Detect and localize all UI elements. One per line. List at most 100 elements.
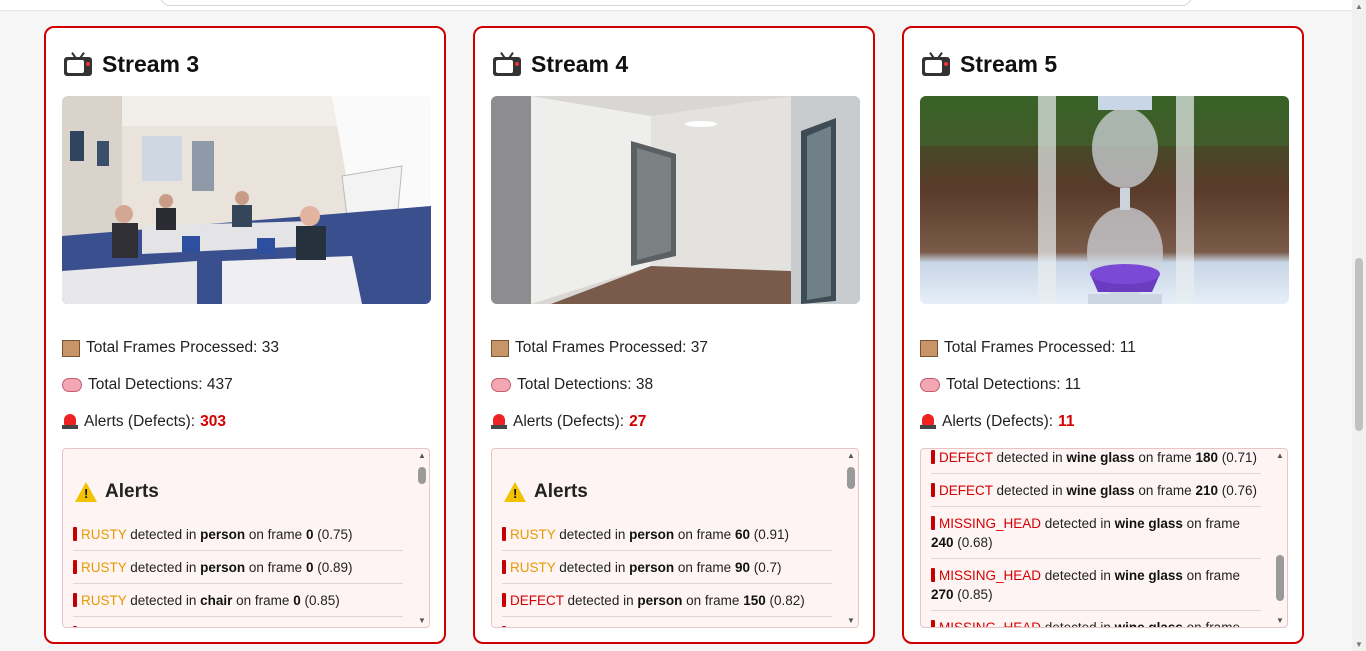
- brain-icon: [62, 378, 82, 392]
- siren-icon: [491, 413, 507, 431]
- alerts-panel[interactable]: DEFECT detected in wine glass on frame 1…: [920, 448, 1288, 628]
- scroll-down-icon[interactable]: ▼: [847, 616, 855, 625]
- alerts-stat: Alerts (Defects): 303: [62, 410, 226, 434]
- stream-video-frame[interactable]: [62, 96, 431, 304]
- alert-confidence: (0.71): [1221, 450, 1258, 465]
- alerts-scrollbar[interactable]: ▲ ▼: [1273, 449, 1287, 627]
- frames-label: Total Frames Processed:: [515, 339, 687, 356]
- alert-confidence: (0.85): [957, 587, 993, 602]
- scroll-up-icon[interactable]: ▲: [1355, 2, 1363, 11]
- stream-video-frame[interactable]: [920, 96, 1289, 304]
- frames-label: Total Frames Processed:: [86, 339, 258, 356]
- alert-detected-in: detected in: [130, 593, 197, 608]
- package-icon: [920, 339, 938, 357]
- frames-value: 11: [1119, 339, 1136, 356]
- stream-title: Stream 3: [64, 46, 199, 82]
- alert-object: wine glass: [1066, 483, 1135, 498]
- stream-title: Stream 4: [493, 46, 628, 82]
- exclamation-icon: [73, 527, 77, 541]
- tv-icon: [493, 52, 521, 76]
- alert-object: person: [200, 527, 246, 542]
- exclamation-icon: [931, 568, 935, 582]
- exclamation-icon: [502, 626, 506, 627]
- exclamation-icon: [931, 516, 935, 530]
- scroll-down-icon[interactable]: ▼: [1355, 640, 1363, 649]
- alert-frame-text: on frame: [1138, 450, 1192, 465]
- alert-detected-in: detected in: [559, 560, 626, 575]
- alert-object: wine glass: [1114, 568, 1183, 583]
- alert-confidence: (0.75): [317, 527, 353, 542]
- alerts-heading: Alerts: [75, 481, 159, 503]
- detections-stat: Total Detections: 437: [62, 373, 233, 397]
- search-bar-edge[interactable]: [160, 0, 1192, 6]
- alert-object: person: [637, 593, 683, 608]
- alerts-scrollbar[interactable]: ▲ ▼: [415, 449, 429, 627]
- alert-object: person: [629, 560, 675, 575]
- alert-frame-text: on frame: [248, 560, 303, 575]
- alert-item: RUSTY detected in person on frame 0 (0.8…: [73, 558, 403, 584]
- alerts-scrollbar[interactable]: ▲ ▼: [844, 449, 858, 627]
- alert-frame-text: on frame: [686, 593, 740, 608]
- exclamation-icon: [73, 593, 77, 607]
- detections-label: Total Detections:: [88, 376, 203, 393]
- alerts-heading-text: Alerts: [105, 481, 159, 502]
- scroll-up-icon[interactable]: ▲: [1276, 451, 1284, 460]
- alert-frame-text: on frame: [677, 527, 732, 542]
- alerts-scroll-thumb[interactable]: [847, 467, 855, 489]
- alert-object: person: [200, 560, 246, 575]
- scroll-up-icon[interactable]: ▲: [418, 451, 426, 460]
- alert-label: MISSING_HEAD: [939, 516, 1042, 531]
- alerts-panel[interactable]: Alerts RUSTY detected in person on frame…: [62, 448, 430, 628]
- stream-title-text: Stream 5: [960, 50, 1058, 77]
- top-bar: [0, 0, 1352, 11]
- frames-value: 33: [261, 339, 279, 356]
- alerts-scroll-thumb[interactable]: [418, 467, 426, 484]
- alert-confidence: (0.7): [753, 560, 782, 575]
- alert-frame: 210: [1195, 483, 1218, 498]
- tv-icon: [922, 52, 950, 76]
- siren-icon: [62, 413, 78, 431]
- alert-label: MISSING_HEAD: [939, 568, 1042, 583]
- alert-item: RUSTY detected in person on frame 0 (0.7…: [73, 525, 403, 551]
- alert-detected-in: detected in: [1044, 568, 1111, 583]
- alert-confidence: (0.76): [1221, 483, 1258, 498]
- frames-stat: Total Frames Processed: 11: [920, 336, 1136, 360]
- detections-value: 11: [1064, 376, 1081, 393]
- page-scrollbar[interactable]: ▲ ▼: [1352, 0, 1366, 651]
- siren-icon: [920, 413, 936, 431]
- alert-confidence: (0.68): [957, 535, 993, 550]
- alerts-label: Alerts (Defects):: [942, 413, 1054, 430]
- stream-video-frame[interactable]: [491, 96, 860, 304]
- scroll-down-icon[interactable]: ▼: [1276, 616, 1284, 625]
- alert-frame: 240: [931, 535, 954, 550]
- alerts-scroll-thumb[interactable]: [1276, 555, 1284, 601]
- alert-frame: 90: [734, 560, 750, 575]
- exclamation-icon: [73, 560, 77, 574]
- alert-confidence: (0.85): [304, 593, 340, 608]
- alert-label: RUSTY: [81, 560, 127, 575]
- alerts-stat: Alerts (Defects): 11: [920, 410, 1075, 434]
- scroll-down-icon[interactable]: ▼: [418, 616, 426, 625]
- scroll-up-icon[interactable]: ▲: [847, 451, 855, 460]
- alert-object: chair: [200, 593, 233, 608]
- alerts-heading-text: Alerts: [534, 481, 588, 502]
- alerts-count: 27: [629, 413, 647, 430]
- alert-frame: 270: [931, 587, 954, 602]
- exclamation-icon: [502, 527, 506, 541]
- frames-stat: Total Frames Processed: 33: [62, 336, 279, 360]
- page-scroll-thumb[interactable]: [1355, 258, 1363, 431]
- detections-value: 38: [635, 376, 654, 393]
- alert-frame-text: on frame: [1186, 516, 1240, 531]
- alert-frame-text: on frame: [1186, 620, 1240, 628]
- exclamation-icon: [931, 483, 935, 497]
- alert-item: DEFECT detected in wine glass on frame 2…: [931, 481, 1261, 507]
- frames-value: 37: [690, 339, 708, 356]
- alert-frame: 0: [305, 560, 314, 575]
- alert-frame: 60: [734, 527, 750, 542]
- alerts-count: 303: [200, 413, 226, 430]
- exclamation-icon: [931, 620, 935, 627]
- exclamation-icon: [73, 626, 77, 627]
- alert-item: RUSTY detected in chair on frame 0 (0.85…: [73, 591, 403, 617]
- stream-title: Stream 5: [922, 46, 1057, 82]
- alerts-panel[interactable]: Alerts RUSTY detected in person on frame…: [491, 448, 859, 628]
